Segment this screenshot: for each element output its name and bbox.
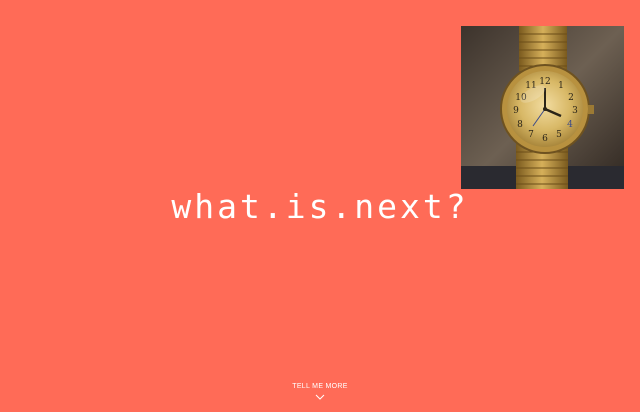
- svg-text:8: 8: [517, 120, 523, 130]
- tell-me-more-label: TELL ME MORE: [292, 383, 348, 390]
- svg-text:4: 4: [567, 120, 573, 130]
- wristwatch-photo: 12 1 2 3 4 5 6 7 8 9 10 11: [461, 26, 624, 189]
- svg-text:7: 7: [528, 130, 534, 140]
- svg-text:6: 6: [542, 134, 548, 144]
- svg-text:9: 9: [513, 106, 519, 116]
- svg-text:1: 1: [558, 81, 564, 91]
- tell-me-more-link[interactable]: TELL ME MORE: [260, 382, 380, 400]
- svg-text:3: 3: [572, 106, 578, 116]
- wristwatch-image: 12 1 2 3 4 5 6 7 8 9 10 11: [461, 26, 624, 189]
- chevron-down-icon: [315, 394, 325, 400]
- svg-text:2: 2: [568, 93, 574, 103]
- hero-headline: what.is.next?: [171, 187, 469, 226]
- svg-text:5: 5: [556, 130, 562, 140]
- hero-section: 12 1 2 3 4 5 6 7 8 9 10 11 what.is.next?: [0, 0, 640, 412]
